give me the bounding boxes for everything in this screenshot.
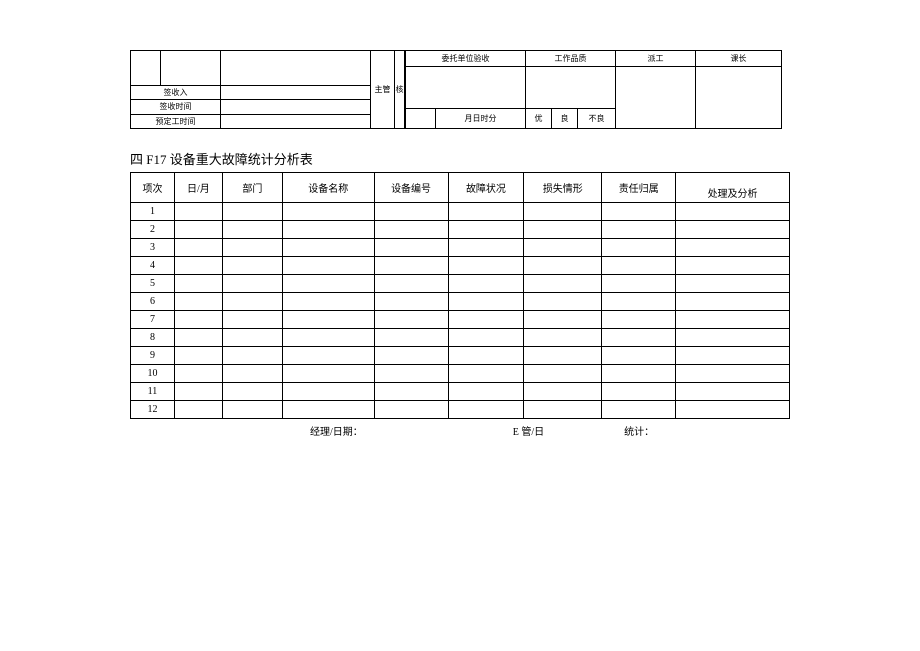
- seq-cell: 6: [131, 293, 175, 311]
- scheduled-time-value: [221, 114, 371, 128]
- footer-pipe: E 管/日: [513, 423, 544, 438]
- table-row: 8: [131, 329, 790, 347]
- table-row: 4: [131, 257, 790, 275]
- table-row: 6: [131, 293, 790, 311]
- client-accept-header: 委托单位验收: [406, 51, 526, 67]
- analysis-table: 项次 日/月 部门 设备名称 设备编号 故障状况 损失情形 责任归属 处理及分析…: [130, 172, 790, 419]
- upper-form: 主管 核 签收入 签收时间 预定工时间 委托单位验收 工作品质 派工 课长: [130, 50, 790, 129]
- col-loss: 损失情形: [524, 173, 602, 203]
- table-row: 11: [131, 383, 790, 401]
- seq-cell: 1: [131, 203, 175, 221]
- analysis-table-body: 1 2 3 4 5 6 7 8 9 10 11 12: [131, 203, 790, 419]
- col-equip-name: 设备名称: [282, 173, 374, 203]
- seq-cell: 11: [131, 383, 175, 401]
- upper-right-block: 委托单位验收 工作品质 派工 课长 月日时分 优 良 不良: [405, 50, 782, 129]
- table-row: 7: [131, 311, 790, 329]
- grade-good: 良: [552, 109, 578, 129]
- table-row: 3: [131, 239, 790, 257]
- table-row: 1: [131, 203, 790, 221]
- grade-poor: 不良: [578, 109, 616, 129]
- col-date: 日/月: [174, 173, 222, 203]
- seq-cell: 2: [131, 221, 175, 239]
- table-row: 5: [131, 275, 790, 293]
- seq-cell: 5: [131, 275, 175, 293]
- footer-manager: 经理/日期：: [310, 423, 363, 438]
- grade-excellent: 优: [526, 109, 552, 129]
- sign-time-value: [221, 100, 371, 114]
- footer-line: 经理/日期： E 管/日 统计：: [130, 423, 790, 438]
- dispatch-cell: [616, 67, 696, 129]
- leader-header: 课长: [696, 51, 782, 67]
- seq-cell: 3: [131, 239, 175, 257]
- upper-blank-c: [221, 51, 371, 86]
- col-seq: 项次: [131, 173, 175, 203]
- seq-cell: 10: [131, 365, 175, 383]
- table-row: 12: [131, 401, 790, 419]
- col-resp: 责任归属: [602, 173, 676, 203]
- seq-cell: 9: [131, 347, 175, 365]
- sign-in-value: [221, 85, 371, 99]
- col-analysis: 处理及分析: [676, 173, 790, 203]
- seq-cell: 12: [131, 401, 175, 419]
- sign-in-label: 签收入: [131, 85, 221, 99]
- footer-stat: 统计：: [624, 423, 654, 438]
- table-row: 9: [131, 347, 790, 365]
- upper-blank-b: [161, 51, 221, 86]
- seq-cell: 4: [131, 257, 175, 275]
- dispatch-header: 派工: [616, 51, 696, 67]
- scheduled-time-label: 预定工时间: [131, 114, 221, 128]
- work-quality-header: 工作品质: [526, 51, 616, 67]
- supervisor-label: 主管: [371, 51, 395, 129]
- col-fault: 故障状况: [448, 173, 524, 203]
- work-quality-cell: [526, 67, 616, 109]
- seq-cell: 7: [131, 311, 175, 329]
- upper-blank-a: [131, 51, 161, 86]
- section-title: 四 F17 设备重大故障统计分析表: [130, 149, 790, 168]
- seq-cell: 8: [131, 329, 175, 347]
- check-label: 核: [395, 51, 405, 129]
- col-equip-no: 设备编号: [374, 173, 448, 203]
- client-accept-cell: [406, 67, 526, 109]
- leader-cell: [696, 67, 782, 129]
- table-row: 10: [131, 365, 790, 383]
- upper-left-block: 主管 核 签收入 签收时间 预定工时间: [130, 50, 405, 129]
- col-dept: 部门: [222, 173, 282, 203]
- datetime-label: 月日时分: [436, 109, 526, 129]
- datetime-blank: [406, 109, 436, 129]
- sign-time-label: 签收时间: [131, 100, 221, 114]
- table-row: 2: [131, 221, 790, 239]
